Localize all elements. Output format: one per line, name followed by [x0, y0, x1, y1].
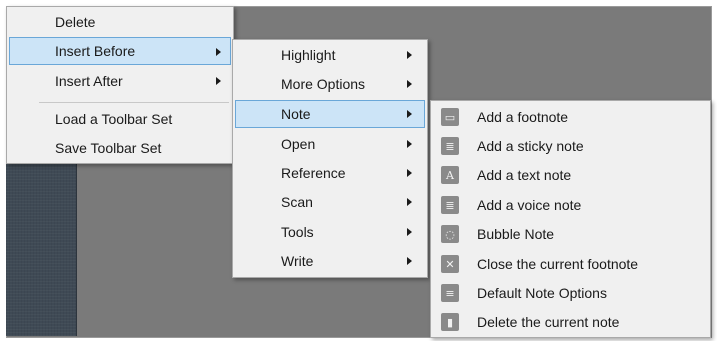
submenu-item-note[interactable]: Note — [235, 100, 425, 128]
menu-item-label: Bubble Note — [477, 226, 555, 242]
note-item-add-text-note[interactable]: A Add a text note — [433, 161, 708, 189]
menu-item-insert-before[interactable]: Insert Before — [9, 37, 231, 65]
menu-item-label: Delete the current note — [477, 314, 620, 330]
menu-item-label: Default Note Options — [477, 285, 607, 301]
menu-item-label: Add a voice note — [477, 197, 582, 213]
menu-item-label: Insert Before — [55, 43, 136, 59]
note-item-add-voice-note[interactable]: ≣ Add a voice note — [433, 191, 708, 219]
submenu-item-write[interactable]: Write — [235, 247, 425, 275]
menu-item-label: Insert After — [55, 73, 123, 89]
submenu-arrow-icon — [216, 48, 221, 56]
text-note-icon: A — [441, 166, 459, 184]
menu-item-label: Load a Toolbar Set — [55, 111, 173, 127]
submenu-arrow-icon — [407, 198, 412, 206]
menu-item-label: Tools — [281, 224, 314, 240]
note-item-add-footnote[interactable]: ▭ Add a footnote — [433, 103, 708, 131]
menu-item-save-toolbar-set[interactable]: Save Toolbar Set — [9, 134, 231, 162]
context-menu: Delete Insert Before Insert After Load a… — [6, 6, 234, 164]
submenu-item-reference[interactable]: Reference — [235, 159, 425, 187]
delete-note-icon: ▮ — [441, 313, 459, 331]
voice-note-icon: ≣ — [441, 196, 459, 214]
menu-item-label: More Options — [281, 76, 366, 92]
submenu-item-scan[interactable]: Scan — [235, 188, 425, 216]
menu-item-label: Save Toolbar Set — [55, 140, 162, 156]
note-item-add-sticky-note[interactable]: ≣ Add a sticky note — [433, 132, 708, 160]
submenu-arrow-icon — [407, 169, 412, 177]
menu-item-label: Write — [281, 253, 314, 269]
menu-item-label: Open — [281, 136, 316, 152]
menu-item-label: Add a footnote — [477, 109, 569, 125]
note-item-close-footnote[interactable]: ✕ Close the current footnote — [433, 250, 708, 278]
note-item-default-note-options[interactable]: ≡ Default Note Options — [433, 279, 708, 307]
submenu-item-tools[interactable]: Tools — [235, 218, 425, 246]
menu-item-load-toolbar-set[interactable]: Load a Toolbar Set — [9, 105, 231, 133]
footnote-icon: ▭ — [441, 108, 459, 126]
sticky-note-icon: ≣ — [441, 137, 459, 155]
note-options-icon: ≡ — [441, 284, 459, 302]
submenu-arrow-icon — [407, 228, 412, 236]
submenu-item-open[interactable]: Open — [235, 130, 425, 158]
menu-item-label: Scan — [281, 194, 313, 210]
menu-item-insert-after[interactable]: Insert After — [9, 67, 231, 95]
submenu-arrow-icon — [407, 80, 412, 88]
menu-item-label: Highlight — [281, 47, 336, 63]
menu-item-delete[interactable]: Delete — [9, 8, 231, 36]
submenu-arrow-icon — [407, 257, 412, 265]
menu-item-label: Close the current footnote — [477, 256, 639, 272]
submenu-arrow-icon — [407, 110, 412, 118]
close-footnote-icon: ✕ — [441, 255, 459, 273]
menu-item-label: Add a sticky note — [477, 138, 584, 154]
menu-item-label: Add a text note — [477, 167, 572, 183]
menu-item-label: Reference — [281, 165, 346, 181]
menu-item-label: Note — [281, 106, 311, 122]
note-item-bubble-note[interactable]: ◌ Bubble Note — [433, 220, 708, 248]
note-submenu: ▭ Add a footnote ≣ Add a sticky note A A… — [430, 100, 711, 338]
submenu-item-highlight[interactable]: Highlight — [235, 41, 425, 69]
submenu-arrow-icon — [407, 51, 412, 59]
submenu-arrow-icon — [216, 77, 221, 85]
insert-before-submenu: Highlight More Options Note Open Referen… — [232, 39, 428, 278]
dark-panel — [6, 160, 77, 336]
submenu-item-more-options[interactable]: More Options — [235, 70, 425, 98]
menu-separator — [39, 102, 229, 103]
bubble-note-icon: ◌ — [441, 225, 459, 243]
note-item-delete-current-note[interactable]: ▮ Delete the current note — [433, 308, 708, 336]
submenu-arrow-icon — [407, 140, 412, 148]
menu-item-label: Delete — [55, 14, 96, 30]
